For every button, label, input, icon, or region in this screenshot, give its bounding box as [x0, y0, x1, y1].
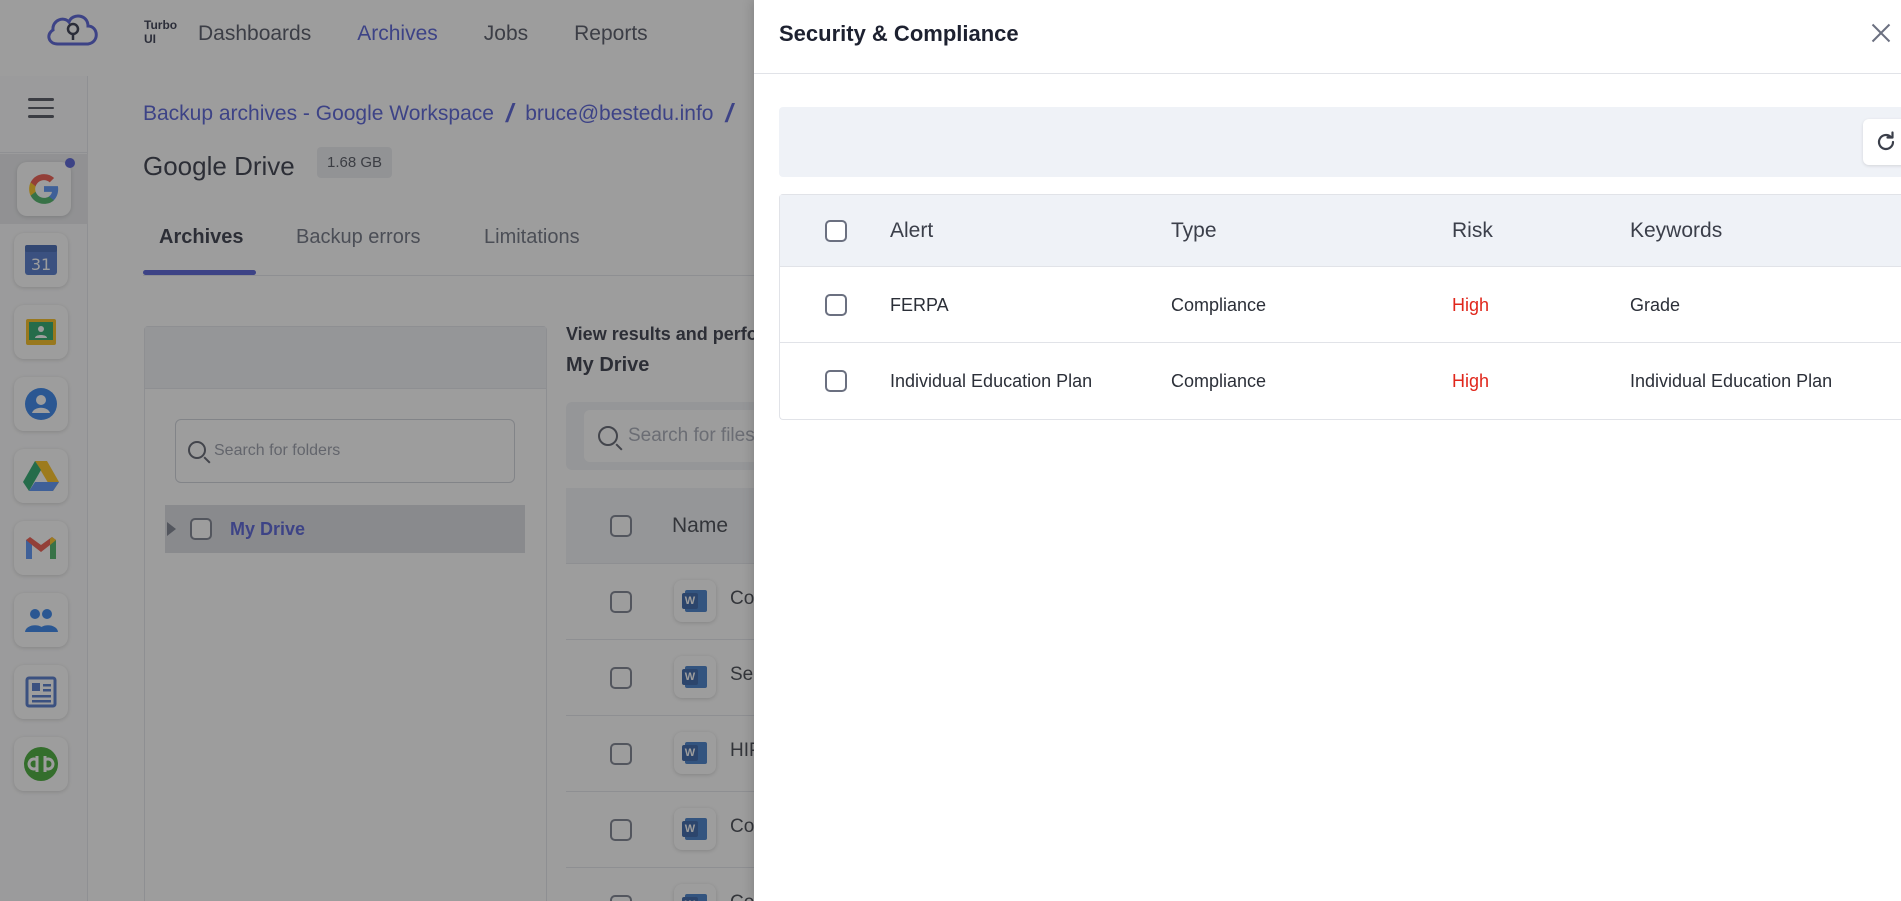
close-icon[interactable] [1866, 18, 1896, 48]
drawer-toolbar [779, 107, 1901, 177]
column-risk[interactable]: Risk [1452, 219, 1493, 243]
drawer-header: Security & Compliance [754, 0, 1901, 74]
alert-name: FERPA [890, 295, 949, 315]
drawer-title: Security & Compliance [779, 21, 1019, 46]
alerts-table: Alert Type Risk Keywords FERPA Complianc… [779, 194, 1901, 420]
refresh-button[interactable] [1863, 119, 1901, 165]
alert-type: Compliance [1171, 295, 1267, 315]
row-checkbox[interactable] [825, 370, 847, 392]
column-keywords[interactable]: Keywords [1630, 219, 1722, 243]
alert-type: Compliance [1171, 371, 1267, 391]
column-alert[interactable]: Alert [890, 219, 933, 243]
alert-risk: High [1452, 295, 1490, 315]
alert-keywords: Individual Education Plan [1630, 371, 1833, 391]
security-compliance-drawer: Security & Compliance Alert Type Risk Ke… [754, 0, 1901, 901]
select-all-checkbox[interactable] [825, 220, 847, 242]
row-checkbox[interactable] [825, 294, 847, 316]
column-type[interactable]: Type [1171, 219, 1217, 243]
alerts-table-header: Alert Type Risk Keywords [780, 195, 1901, 267]
table-row[interactable]: FERPA Compliance High Grade [780, 267, 1901, 343]
alert-keywords: Grade [1630, 295, 1681, 315]
alert-risk: High [1452, 371, 1490, 391]
refresh-icon [1877, 131, 1895, 151]
table-row[interactable]: Individual Education Plan Compliance Hig… [780, 343, 1901, 419]
alert-name: Individual Education Plan [890, 371, 1093, 391]
